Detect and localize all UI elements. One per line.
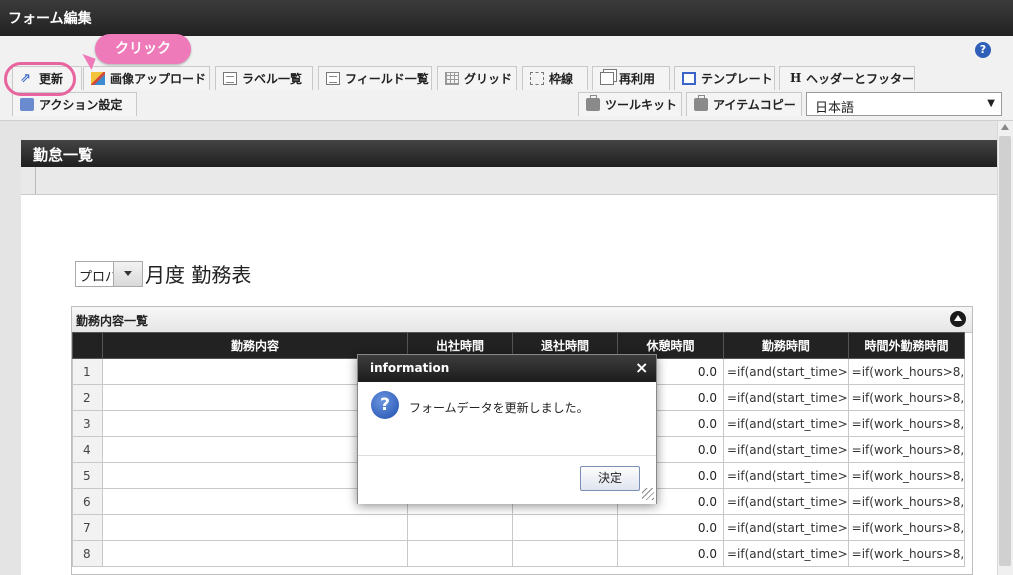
overtime-cell: =if(work_hours>8,	[847, 410, 966, 437]
row-number: 7	[72, 514, 103, 541]
copy-icon	[600, 72, 614, 85]
column-header: 勤務時間	[723, 332, 849, 359]
table-row: 8 0.0 =if(and(start_time> =if(work_hours>8,	[72, 540, 966, 567]
item-copy-button[interactable]: アイテムコピー	[686, 92, 802, 116]
template-button[interactable]: テンプレート	[674, 66, 775, 90]
overtime-cell: =if(work_hours>8,	[847, 540, 966, 567]
work-hours-cell: =if(and(start_time>	[723, 514, 849, 541]
dropdown-arrow-icon: ▼	[987, 98, 995, 109]
dialog-title-bar: information	[358, 355, 656, 382]
scrollbar-thumb[interactable]	[999, 136, 1011, 566]
briefcase-icon	[586, 95, 600, 111]
overtime-cell: =if(work_hours>8,	[847, 384, 966, 411]
work-hours-cell: =if(and(start_time>	[723, 384, 849, 411]
form-title: 勤怠一覧	[33, 146, 94, 164]
work-hours-cell: =if(and(start_time>	[723, 436, 849, 463]
share-icon	[20, 98, 34, 111]
table-row: 7 0.0 =if(and(start_time> =if(work_hours>8,	[72, 514, 966, 541]
panel-title: 勤務内容一覧	[76, 314, 149, 328]
break-time-cell[interactable]: 0.0	[617, 514, 724, 541]
form-sub-bar	[21, 167, 997, 195]
overtime-cell: =if(work_hours>8,	[847, 462, 966, 489]
toolkit-button[interactable]: ツールキット	[578, 92, 682, 116]
dialog-message: フォームデータを更新しました。	[409, 401, 589, 415]
row-number: 3	[72, 410, 103, 437]
panel-header: 勤務内容一覧	[72, 307, 972, 333]
column-header-no	[72, 332, 103, 359]
work-hours-cell: =if(and(start_time>	[723, 540, 849, 567]
image-upload-button[interactable]: 画像アップロード	[83, 66, 210, 90]
question-icon: ?	[371, 391, 399, 419]
end-time-cell[interactable]	[512, 514, 618, 541]
overtime-cell: =if(work_hours>8,	[847, 488, 966, 515]
field-list-button[interactable]: フィールド一覧	[318, 66, 432, 90]
row-number: 4	[72, 436, 103, 463]
header-footer-button[interactable]: H ヘッダーとフッター	[779, 66, 915, 90]
overtime-cell: =if(work_hours>8,	[847, 358, 966, 385]
row-number: 2	[72, 384, 103, 411]
language-select[interactable]: 日本語 ▼	[806, 92, 1002, 116]
grid-button[interactable]: グリッド	[437, 66, 517, 90]
employee-type-select[interactable]: プロパ	[75, 261, 143, 287]
dropdown-arrow-icon[interactable]	[113, 262, 142, 286]
highlight-ring	[4, 62, 76, 96]
resize-grip-icon[interactable]	[642, 488, 654, 500]
dialog-title: information	[370, 361, 450, 375]
work-content-cell[interactable]	[102, 540, 408, 567]
row-number: 6	[72, 488, 103, 515]
label-list-button[interactable]: ラベル一覧	[215, 66, 313, 90]
form-title-bar: 勤怠一覧	[21, 140, 997, 167]
list-icon	[326, 72, 340, 85]
row-number: 1	[72, 358, 103, 385]
end-time-cell[interactable]	[512, 540, 618, 567]
collapse-icon[interactable]	[950, 311, 966, 327]
column-header: 時間外勤務時間	[847, 332, 966, 359]
template-icon	[682, 72, 696, 85]
help-icon[interactable]: ?	[975, 42, 991, 58]
click-callout: クリック	[95, 34, 191, 64]
start-time-cell[interactable]	[407, 540, 513, 567]
row-number: 8	[72, 540, 103, 567]
reuse-button[interactable]: 再利用	[592, 66, 670, 90]
scroll-up-icon[interactable]	[1001, 124, 1009, 130]
work-hours-cell: =if(and(start_time>	[723, 410, 849, 437]
close-icon[interactable]: ×	[635, 359, 648, 377]
work-content-cell[interactable]	[102, 514, 408, 541]
image-icon	[91, 72, 105, 85]
window-title-bar: フォーム編集	[0, 0, 1013, 36]
window-title: フォーム編集	[8, 11, 92, 27]
header-icon: H	[790, 71, 802, 85]
work-hours-cell: =if(and(start_time>	[723, 358, 849, 385]
overtime-cell: =if(work_hours>8,	[847, 514, 966, 541]
overtime-cell: =if(work_hours>8,	[847, 436, 966, 463]
list-icon	[223, 72, 237, 85]
ok-button[interactable]: 決定	[580, 466, 640, 491]
briefcase-icon	[694, 95, 708, 111]
start-time-cell[interactable]	[407, 514, 513, 541]
grid-icon	[445, 72, 459, 85]
work-hours-cell: =if(and(start_time>	[723, 462, 849, 489]
work-hours-cell: =if(and(start_time>	[723, 488, 849, 515]
form-heading: 月度 勤務表	[145, 263, 252, 287]
row-number: 5	[72, 462, 103, 489]
break-time-cell[interactable]: 0.0	[617, 540, 724, 567]
border-icon	[530, 72, 544, 85]
border-button[interactable]: 枠線	[522, 66, 588, 90]
